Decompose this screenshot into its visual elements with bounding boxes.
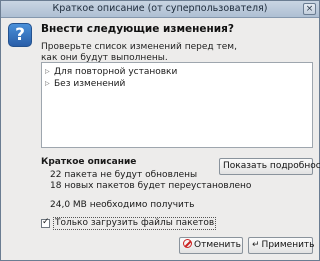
download-only-checkbox[interactable]: ✓ [41,217,50,228]
apply-button-label: Применить [261,240,315,250]
apply-button[interactable]: ↵ Применить [248,237,315,254]
download-only-option[interactable]: ✓ Только загрузить файлы пакетов [41,217,217,230]
tree-item-label: Без изменений [54,79,126,89]
summary-download-size: 24,0 MB необходимо получить [50,200,195,210]
dialog-subtext: Проверьте список изменений перед тем, ка… [41,42,237,63]
dialog-window: Краткое описание (от суперпользователя) … [0,0,320,261]
apply-icon: ↵ [252,240,260,250]
tree-item-reinstall[interactable]: ▷ Для повторной установки [45,66,177,78]
summary-not-upgraded: 22 пакета не будут обновлены [50,170,198,180]
cancel-button[interactable]: Отменить [179,237,243,254]
download-only-label[interactable]: Только загрузить файлы пакетов [53,217,217,230]
title-bar[interactable]: Краткое описание (от суперпользователя) … [1,1,319,18]
summary-reinstalled: 18 новых пакетов будет переустановлено [50,181,252,191]
question-icon: ? [8,23,32,47]
changes-tree[interactable]: ▷ Для повторной установки ▷ Без изменений [41,62,313,148]
tree-item-label: Для повторной установки [54,67,178,77]
close-icon[interactable]: × [303,3,316,15]
expander-icon[interactable]: ▷ [45,78,54,90]
tree-item-unchanged[interactable]: ▷ Без изменений [45,78,125,90]
cancel-icon [183,239,192,248]
dialog-heading: Внести следующие изменения? [41,23,234,35]
show-details-button[interactable]: Показать подробности [219,158,320,175]
summary-title: Краткое описание [41,157,137,167]
expander-icon[interactable]: ▷ [45,66,54,78]
check-icon: ✓ [42,217,50,227]
cancel-button-label: Отменить [194,240,241,250]
window-title: Краткое описание (от суперпользователя) [52,3,268,14]
